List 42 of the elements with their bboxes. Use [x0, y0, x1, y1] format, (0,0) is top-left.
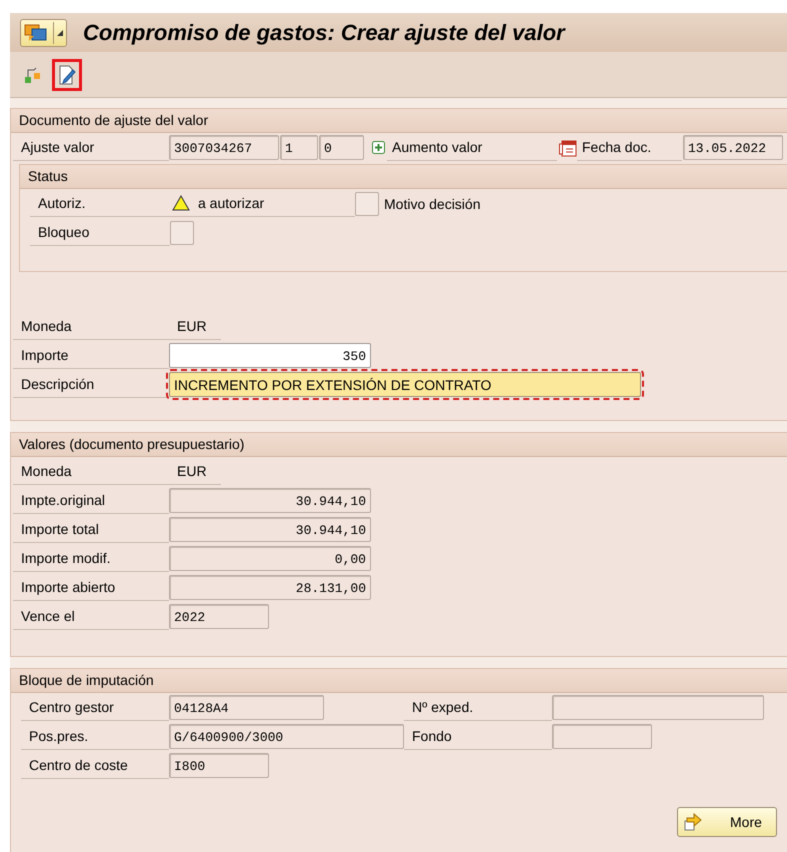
edit-document-icon	[58, 64, 76, 84]
status-text: a autorizar	[198, 194, 264, 212]
group-title: Valores (documento presupuestario)	[11, 433, 787, 457]
caret-icon	[57, 30, 63, 36]
field-label: Fecha doc.	[577, 134, 682, 161]
checkbox-label: Motivo decisión	[383, 196, 480, 212]
output-field[interactable]: 13.05.2022	[683, 135, 783, 160]
amount-field[interactable]: 350	[169, 343, 371, 368]
type-text: Aumento valor	[387, 134, 557, 161]
arrow-icon	[684, 813, 704, 831]
output-field[interactable]: 30.944,10	[169, 488, 371, 513]
more-button[interactable]: More	[677, 807, 777, 837]
output-field[interactable]: 1	[280, 135, 318, 160]
output-field[interactable]	[552, 724, 652, 749]
field-label: Moneda	[13, 313, 169, 340]
output-field[interactable]: 0	[319, 135, 364, 160]
currency-text: EUR	[169, 458, 221, 485]
field-label: Autoriz.	[30, 190, 170, 217]
output-field[interactable]: 0,00	[169, 546, 371, 571]
output-field[interactable]: 2022	[169, 604, 269, 629]
calendar-icon	[559, 138, 577, 156]
field-label: Moneda	[13, 458, 169, 485]
window-title: Compromiso de gastos: Crear ajuste del valor	[83, 20, 565, 46]
output-field[interactable]: 30.944,10	[169, 517, 371, 542]
currency-text: EUR	[169, 313, 221, 340]
checkbox[interactable]	[170, 220, 194, 244]
edit-button[interactable]	[52, 58, 82, 90]
group-title: Documento de ajuste del valor	[11, 109, 787, 133]
output-field[interactable]: 04128A4	[169, 695, 324, 720]
plus-icon	[372, 141, 385, 154]
group-title: Bloque de imputación	[11, 669, 787, 693]
output-field[interactable]: 28.131,00	[169, 575, 371, 600]
hierarchy-icon	[24, 66, 42, 84]
group-title: Status	[20, 165, 787, 189]
output-field[interactable]: I800	[169, 753, 269, 778]
menu-button[interactable]	[20, 18, 67, 46]
output-field[interactable]: G/6400900/3000	[169, 724, 404, 749]
output-field[interactable]	[552, 695, 764, 720]
output-field[interactable]: 3007034267	[169, 135, 279, 160]
warning-icon	[172, 195, 190, 211]
checkbox[interactable]	[355, 192, 379, 216]
description-field[interactable]: INCREMENTO POR EXTENSIÓN DE CONTRATO	[169, 372, 641, 397]
